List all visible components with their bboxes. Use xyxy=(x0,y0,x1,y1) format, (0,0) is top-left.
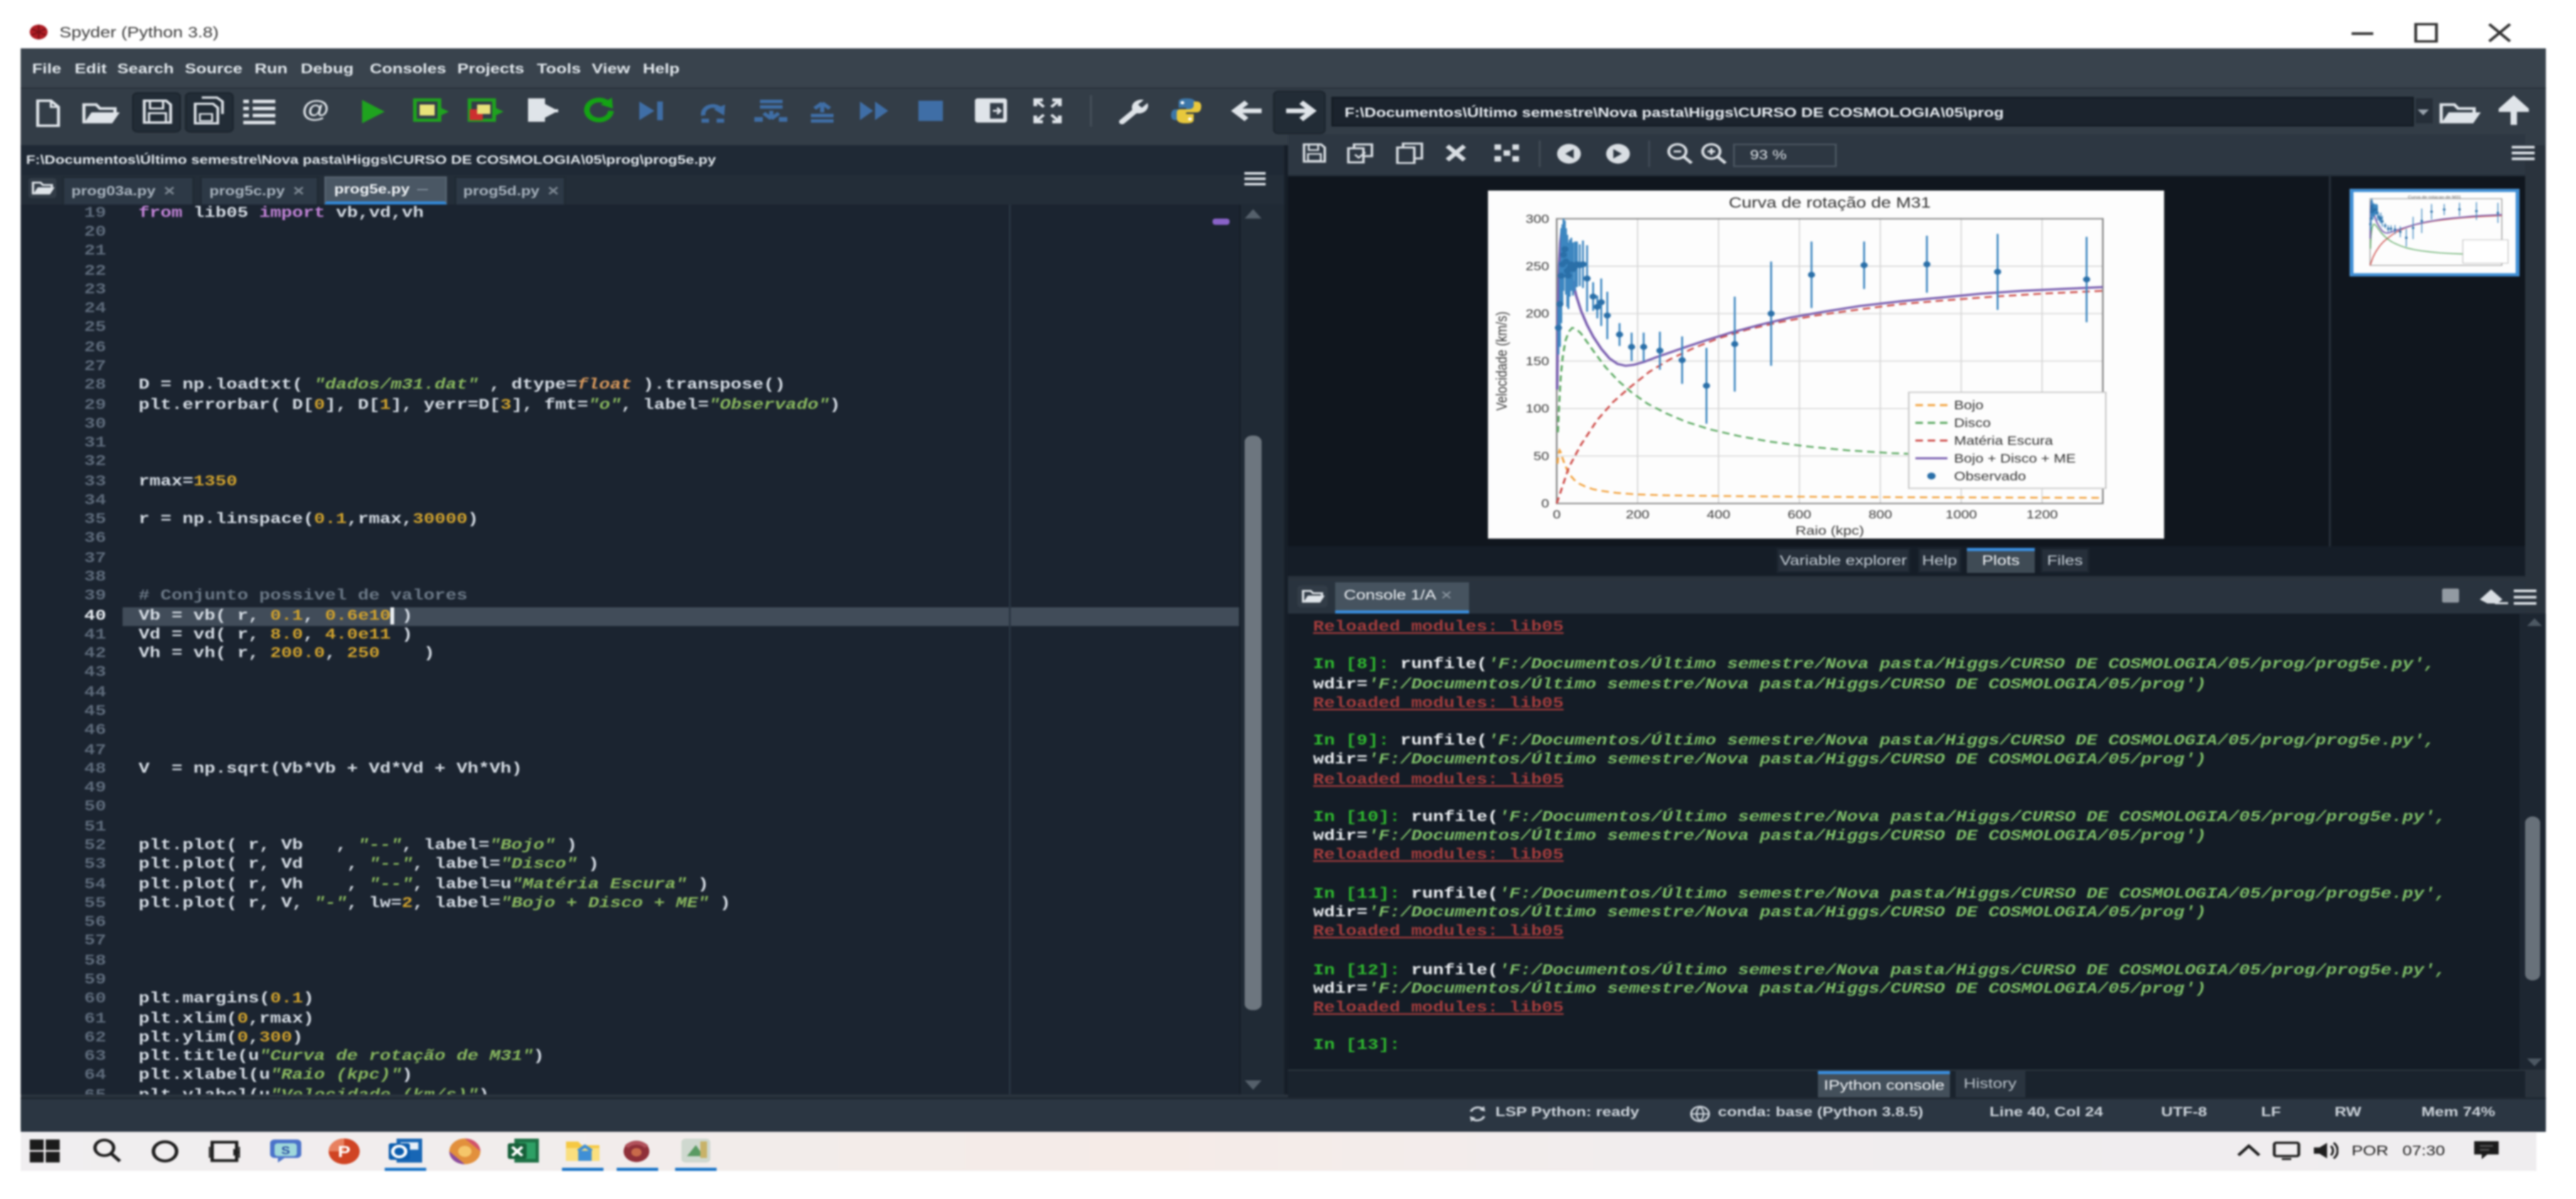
svg-text:1200: 1200 xyxy=(2027,507,2058,521)
svg-text:800: 800 xyxy=(1869,507,1893,521)
svg-text:0: 0 xyxy=(1542,496,1550,509)
svg-text:Velocidade (km/s): Velocidade (km/s) xyxy=(1494,311,1511,410)
svg-text:600: 600 xyxy=(1789,507,1812,521)
svg-text:Curva de rotacao de M31: Curva de rotacao de M31 xyxy=(2407,195,2461,199)
svg-text:S: S xyxy=(281,1144,290,1157)
svg-text:200: 200 xyxy=(1526,307,1550,320)
svg-text:0: 0 xyxy=(1553,507,1561,521)
svg-text:50: 50 xyxy=(1534,449,1550,462)
svg-text:Bojo + Disco + ME: Bojo + Disco + ME xyxy=(1955,452,2077,465)
svg-text:P: P xyxy=(338,1144,351,1161)
svg-text:Matéria Escura: Matéria Escura xyxy=(1955,434,2054,447)
svg-text:Disco: Disco xyxy=(1955,416,1992,430)
svg-text:400: 400 xyxy=(1708,507,1731,521)
svg-text:1000: 1000 xyxy=(1947,507,1978,521)
svg-text:Raio (kpc): Raio (kpc) xyxy=(1796,523,1865,538)
svg-text:Bojo: Bojo xyxy=(1955,398,1984,412)
svg-text:200: 200 xyxy=(1627,507,1650,521)
svg-text:Curva de rotação de M31: Curva de rotação de M31 xyxy=(1730,193,1932,210)
svg-text:100: 100 xyxy=(1526,401,1550,415)
svg-text:150: 150 xyxy=(1526,353,1550,367)
svg-text:250: 250 xyxy=(1526,259,1550,272)
svg-text:300: 300 xyxy=(1526,211,1550,225)
svg-text:Observado: Observado xyxy=(1955,469,2027,483)
